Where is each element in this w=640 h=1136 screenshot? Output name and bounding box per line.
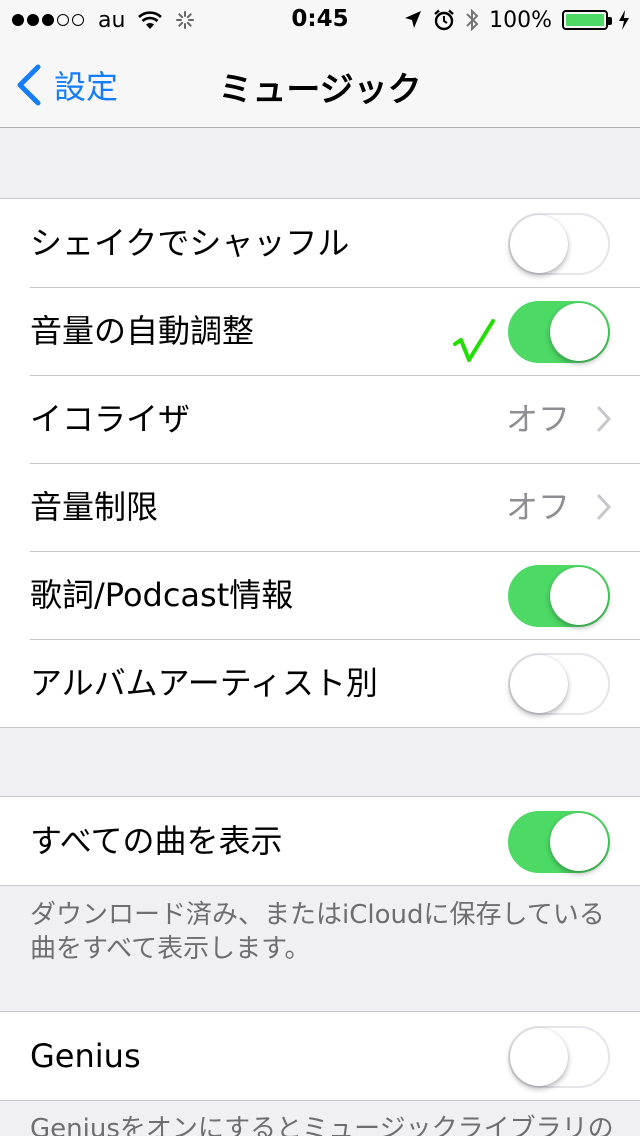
shake-to-shuffle-toggle[interactable] <box>508 213 610 275</box>
row-label: 音量の自動調整 <box>30 312 255 350</box>
genius-footer: Geniusをオンにするとミュージックライブラリの <box>30 1114 614 1136</box>
settings-group-show-all: すべての曲を表示 <box>0 796 640 886</box>
signal-strength-icon <box>12 14 84 26</box>
settings-group-genius: Genius <box>0 1011 640 1101</box>
group-by-album-artist-toggle[interactable] <box>508 653 610 715</box>
wifi-icon <box>138 11 163 29</box>
sound-check-toggle[interactable] <box>508 301 610 363</box>
row-sound-check: 音量の自動調整 <box>0 287 640 375</box>
show-all-footer: ダウンロード済み、またはiCloudに保存している曲をすべて表示します。 <box>30 900 605 964</box>
row-label: 歌詞/Podcast情報 <box>30 576 294 614</box>
row-volume-limit[interactable]: 音量制限 オフ <box>0 463 640 551</box>
alarm-clock-icon <box>434 9 454 31</box>
show-all-music-toggle[interactable] <box>508 811 610 873</box>
back-label: 設定 <box>54 68 119 106</box>
genius-toggle[interactable] <box>508 1026 610 1088</box>
settings-group-playback: シェイクでシャッフル 音量の自動調整 イコライザ オフ 音量制限 オフ 歌詞/P… <box>0 198 640 728</box>
row-label: すべての曲を表示 <box>30 822 283 860</box>
checkmark-icon <box>453 319 495 362</box>
row-label: イコライザ <box>30 400 191 438</box>
chevron-left-icon <box>17 64 41 106</box>
row-label: Genius <box>30 1037 141 1075</box>
row-label: 音量制限 <box>30 488 159 526</box>
row-value: オフ <box>505 488 570 526</box>
status-bar: au 0:45 100% <box>0 0 640 40</box>
lyrics-podcast-info-toggle[interactable] <box>508 565 610 627</box>
carrier-name: au <box>98 7 126 33</box>
row-genius: Genius <box>0 1012 640 1100</box>
location-arrow-icon <box>405 11 422 28</box>
back-button[interactable]: 設定 <box>14 62 118 108</box>
charging-bolt-icon <box>619 10 629 30</box>
row-equalizer[interactable]: イコライザ オフ <box>0 375 640 463</box>
battery-icon <box>562 10 612 30</box>
bluetooth-icon <box>466 8 479 32</box>
row-shake-to-shuffle: シェイクでシャッフル <box>0 199 640 287</box>
row-show-all-music: すべての曲を表示 <box>0 797 640 885</box>
activity-spinner-icon <box>176 11 195 29</box>
battery-percentage: 100% <box>489 7 552 33</box>
navigation-bar: 設定 ミュージック <box>0 40 640 128</box>
chevron-right-icon <box>597 406 611 432</box>
row-lyrics-podcast-info: 歌詞/Podcast情報 <box>0 551 640 639</box>
row-label: シェイクでシャッフル <box>30 224 350 262</box>
row-label: アルバムアーティスト別 <box>30 664 378 702</box>
row-value: オフ <box>505 400 570 438</box>
row-group-by-album-artist: アルバムアーティスト別 <box>0 639 640 727</box>
chevron-right-icon <box>597 494 611 520</box>
